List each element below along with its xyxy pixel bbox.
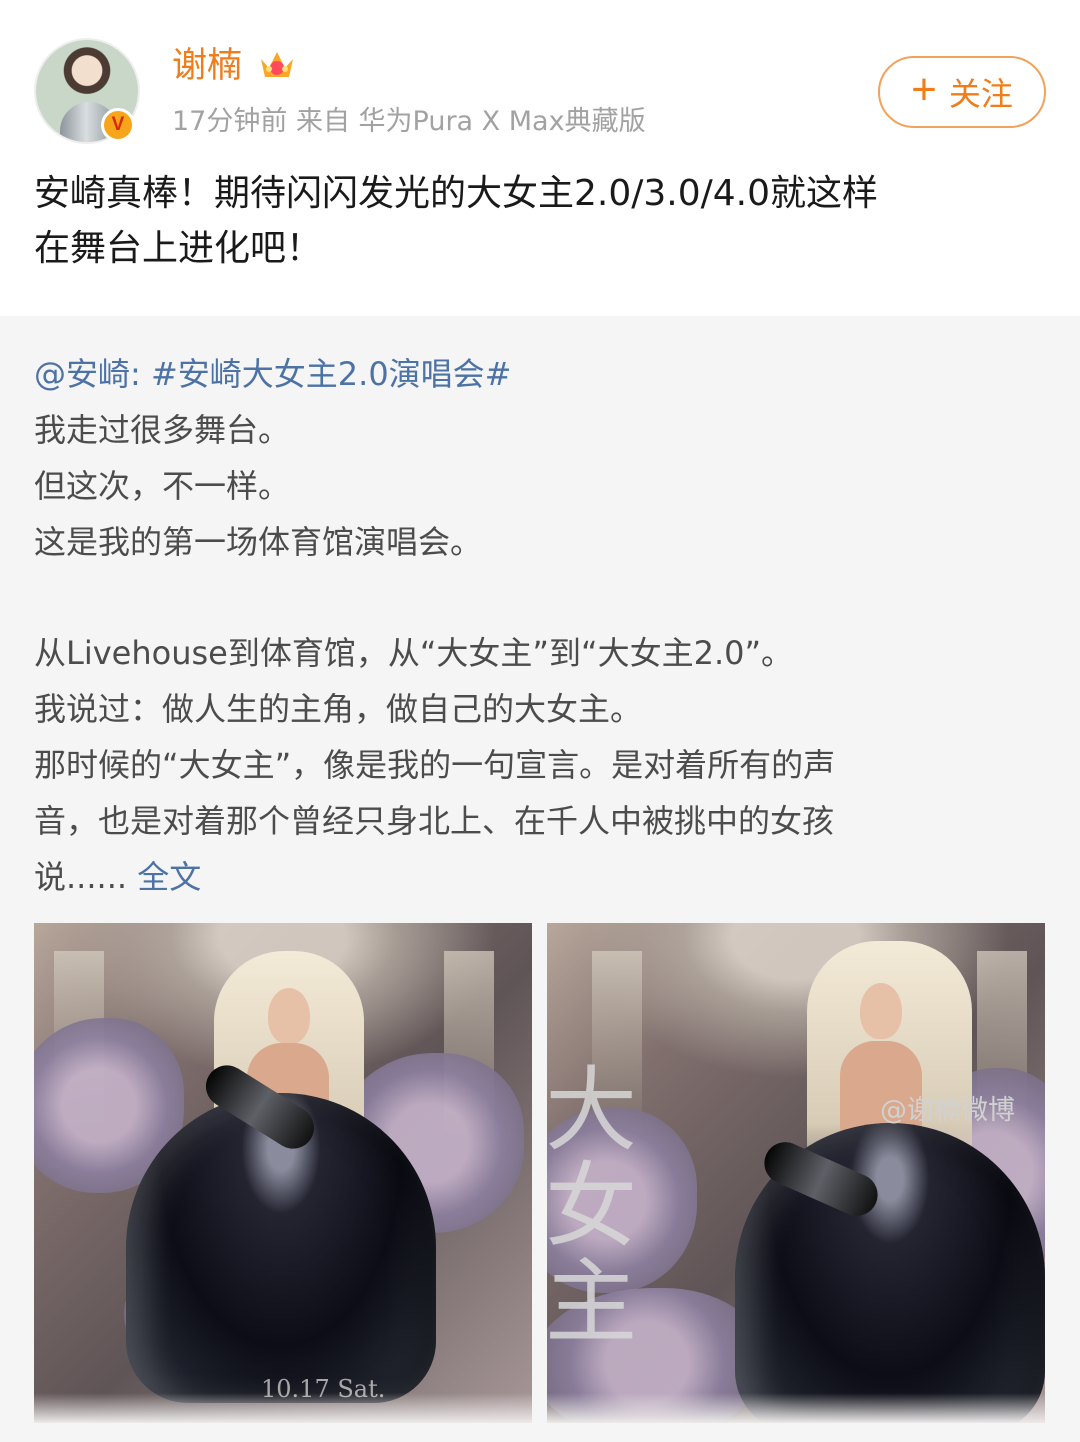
post-meta: 17分钟前 来自 华为Pura X Max典藏版 [172,106,646,137]
poster-title: 大女主 [547,1057,637,1356]
model-face [860,983,902,1039]
poster-image-1[interactable]: 10.17 Sat. [34,923,532,1423]
repost-line: 说...... [34,858,128,896]
repost-line: 音，也是对着那个曾经只身北上、在千人中被挑中的女孩 [34,802,835,840]
full-text-link[interactable]: 全文 [137,858,201,896]
follow-button[interactable]: + 关注 [878,56,1046,128]
post-line: 在舞台上进化吧！ [34,228,323,269]
poster-fade [34,1393,532,1423]
post-line: 安崎真棒！期待闪闪发光的大女主2.0/3.0/4.0就这样 [34,173,879,214]
mention-link[interactable]: @安崎: [34,355,141,393]
follow-label: 关注 [948,76,1013,112]
topic-link[interactable]: #安崎大女主2.0演唱会# [151,355,512,393]
post-text: 安崎真棒！期待闪闪发光的大女主2.0/3.0/4.0就这样 在舞台上进化吧！ [34,174,1046,284]
post-header: V 谢楠 17分钟前 来自 华为Pura X Max典藏版 + 关注 [0,0,1080,160]
repost-line: 这是我的第一场体育馆演唱会。 [34,523,483,561]
watermark-text: @谢楠微博 [880,1095,1015,1126]
repost-line: 我走过很多舞台。 [34,411,291,449]
repost-line: 但这次，不一样。 [34,467,291,505]
reposted-card[interactable]: @安崎: #安崎大女主2.0演唱会# 我走过很多舞台。 但这次，不一样。 这是我… [0,316,1080,1442]
plus-icon: + [911,65,937,114]
repost-line: 从Livehouse到体育馆，从“大女主”到“大女主2.0”。 [34,634,794,672]
poster-image-2[interactable]: 大女主 [547,923,1045,1423]
crown-icon [261,52,293,77]
username[interactable]: 谢楠 [172,42,242,90]
poster-fade [547,1393,1045,1423]
verified-badge-icon: V [101,108,135,142]
repost-line: 那时候的“大女主”，像是我的一句宣言。是对着所有的声 [34,746,836,784]
image-grid: 10.17 Sat. 大女主 [34,923,1046,1423]
model-face [268,988,310,1044]
repost-line: 我说过：做人生的主角，做自己的大女主。 [34,690,643,728]
